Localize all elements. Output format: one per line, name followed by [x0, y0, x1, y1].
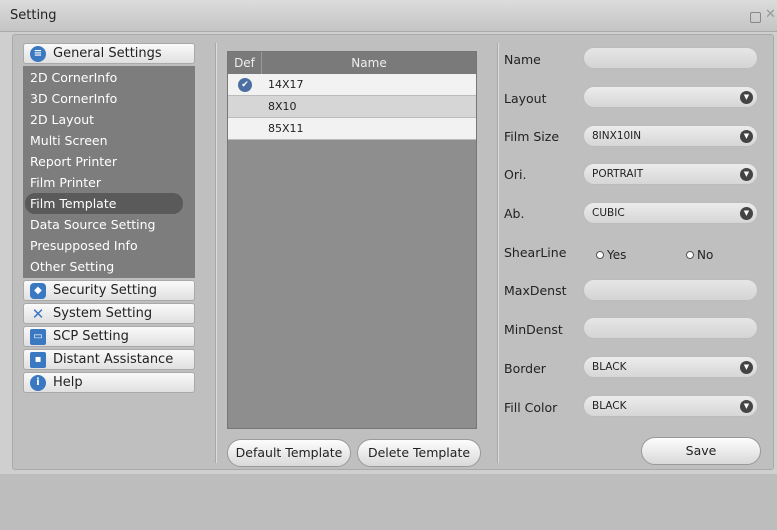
ori-label: Ori. — [504, 167, 527, 182]
list-icon: ≡ — [30, 45, 46, 62]
nav-group-label: Distant Assistance — [53, 352, 174, 367]
nav-group-label: Help — [53, 375, 83, 390]
table-row[interactable]: 85X11 — [228, 118, 476, 140]
general-settings-submenu: 2D CornerInfo 3D CornerInfo 2D Layout Mu… — [23, 66, 195, 278]
nav-general-settings[interactable]: ≡ General Settings — [23, 43, 195, 64]
nav-item-other-setting[interactable]: Other Setting — [23, 256, 195, 277]
window-title: Setting — [10, 8, 57, 23]
template-name: 85X11 — [268, 122, 304, 135]
nav-distant-assistance[interactable]: ▪ Distant Assistance — [23, 349, 195, 370]
divider — [215, 43, 217, 463]
monitor-icon: ▭ — [30, 328, 46, 345]
nav-help[interactable]: i Help — [23, 372, 195, 393]
nav-item-2d-layout[interactable]: 2D Layout — [23, 109, 195, 130]
ori-select[interactable]: PORTRAIT ▼ — [583, 163, 758, 185]
table-header: Def Name — [228, 52, 476, 74]
layout-select[interactable]: ▼ — [583, 86, 758, 108]
settings-nav: ≡ General Settings 2D CornerInfo 3D Corn… — [21, 43, 211, 463]
nav-item-presupposed-info[interactable]: Presupposed Info — [23, 235, 195, 256]
chevron-down-icon: ▼ — [740, 168, 753, 181]
border-select[interactable]: BLACK ▼ — [583, 356, 758, 378]
title-bar: Setting ✕ — [0, 0, 777, 32]
template-name: 8X10 — [268, 100, 297, 113]
chevron-down-icon: ▼ — [740, 400, 753, 413]
fill-color-label: Fill Color — [504, 400, 558, 415]
delete-template-button[interactable]: Delete Template — [357, 439, 481, 467]
mindenst-label: MinDenst — [504, 322, 563, 337]
radio-dot-icon — [596, 251, 604, 259]
radio-dot-icon — [686, 251, 694, 259]
tools-icon: ✕ — [31, 304, 45, 323]
ori-value: PORTRAIT — [592, 168, 644, 180]
fill-color-select[interactable]: BLACK ▼ — [583, 395, 758, 417]
network-icon: ▪ — [30, 351, 46, 368]
nav-group-label: General Settings — [53, 46, 162, 61]
template-table: Def Name ✔ 14X17 8X10 85X11 — [227, 51, 477, 429]
nav-item-data-source-setting[interactable]: Data Source Setting — [23, 214, 195, 235]
film-size-select[interactable]: 8INX10IN ▼ — [583, 125, 758, 147]
footer: ​ ​ — [0, 474, 777, 530]
maxdenst-input[interactable] — [583, 279, 758, 301]
ab-value: CUBIC — [592, 207, 625, 219]
divider — [497, 43, 499, 463]
nav-group-label: SCP Setting — [53, 329, 129, 344]
chevron-down-icon: ▼ — [740, 130, 753, 143]
mindenst-input[interactable] — [583, 317, 758, 339]
info-icon: i — [30, 374, 46, 391]
nav-security-setting[interactable]: ◆ Security Setting — [23, 280, 195, 301]
table-row[interactable]: ✔ 14X17 — [228, 74, 476, 96]
nav-system-setting[interactable]: ✕ System Setting — [23, 303, 195, 324]
default-check-icon: ✔ — [238, 77, 252, 92]
layout-label: Layout — [504, 91, 547, 106]
nav-item-2d-cornerinfo[interactable]: 2D CornerInfo — [23, 67, 195, 88]
shearline-label: ShearLine — [504, 245, 567, 260]
template-name: 14X17 — [268, 78, 304, 91]
radio-label: Yes — [607, 248, 627, 262]
film-size-label: Film Size — [504, 129, 560, 144]
shearline-no-radio[interactable]: No — [686, 248, 713, 262]
name-input[interactable] — [583, 47, 758, 69]
restore-icon[interactable] — [750, 12, 761, 23]
table-row[interactable]: 8X10 — [228, 96, 476, 118]
name-label: Name — [504, 52, 541, 67]
film-size-value: 8INX10IN — [592, 130, 642, 142]
border-value: BLACK — [592, 361, 627, 373]
save-button[interactable]: Save — [641, 437, 761, 465]
nav-scp-setting[interactable]: ▭ SCP Setting — [23, 326, 195, 347]
ab-select[interactable]: CUBIC ▼ — [583, 202, 758, 224]
nav-item-multi-screen[interactable]: Multi Screen — [23, 130, 195, 151]
column-header-name: Name — [351, 56, 387, 70]
fill-color-value: BLACK — [592, 400, 627, 412]
radio-label: No — [697, 248, 714, 262]
default-template-button[interactable]: Default Template — [227, 439, 351, 467]
nav-item-report-printer[interactable]: Report Printer — [23, 151, 195, 172]
border-label: Border — [504, 361, 546, 376]
maxdenst-label: MaxDenst — [504, 283, 567, 298]
column-header-def: Def — [228, 52, 262, 74]
ab-label: Ab. — [504, 206, 525, 221]
nav-group-label: Security Setting — [53, 283, 158, 298]
nav-item-film-template[interactable]: Film Template — [25, 193, 183, 214]
chevron-down-icon: ▼ — [740, 207, 753, 220]
nav-item-3d-cornerinfo[interactable]: 3D CornerInfo — [23, 88, 195, 109]
chevron-down-icon: ▼ — [740, 361, 753, 374]
nav-group-label: System Setting — [53, 306, 153, 321]
shearline-yes-radio[interactable]: Yes — [596, 248, 626, 262]
shield-icon: ◆ — [30, 282, 46, 299]
nav-item-film-printer[interactable]: Film Printer — [23, 172, 195, 193]
close-icon[interactable]: ✕ — [765, 8, 776, 22]
chevron-down-icon: ▼ — [740, 91, 753, 104]
